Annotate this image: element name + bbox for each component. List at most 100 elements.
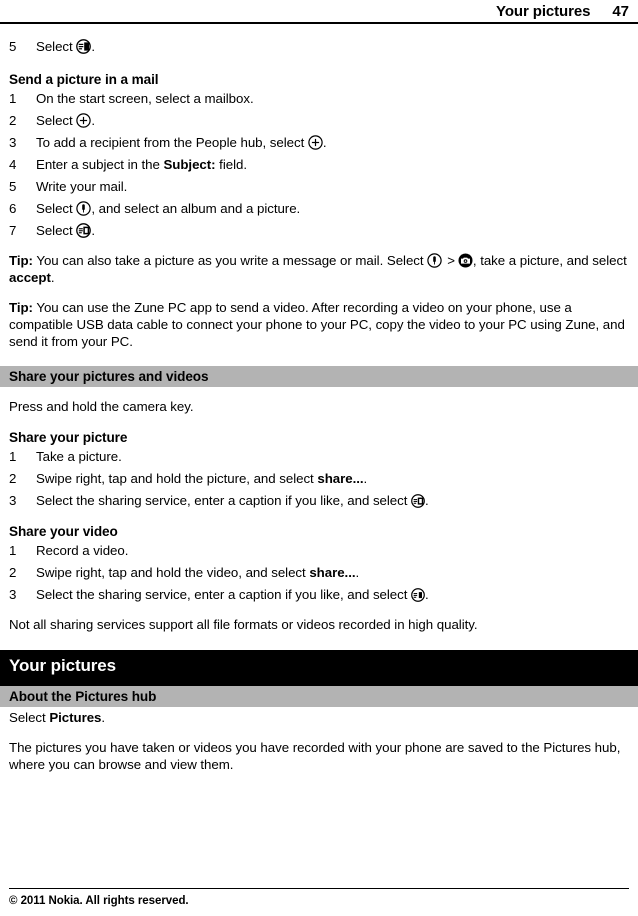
step-number: 2 <box>9 471 17 486</box>
list-item: 6 Select , and select an album and a pic… <box>9 200 629 217</box>
step-text-before: Swipe right, tap and hold the video, and… <box>36 565 310 580</box>
step-text-bold: Subject: <box>163 157 216 172</box>
step-text: Select , and select an album and a pictu… <box>36 200 629 217</box>
step-text: Swipe right, tap and hold the picture, a… <box>36 470 629 487</box>
tip-paragraph-1: Tip: You can also take a picture as you … <box>9 252 629 286</box>
list-item: 3 Select the sharing service, enter a ca… <box>9 586 629 603</box>
step-text: Record a video. <box>36 543 129 558</box>
step-text: Select . <box>36 222 629 239</box>
share-band-intro: Press and hold the camera key. <box>9 399 194 414</box>
step-text: Select the sharing service, enter a capt… <box>36 492 629 509</box>
camera-icon <box>458 253 473 268</box>
step-text-after: . <box>363 471 368 486</box>
step-text-before: Swipe right, tap and hold the picture, a… <box>36 471 318 486</box>
list-item: 5 Write your mail. <box>9 178 629 195</box>
step-text-before: Select <box>36 113 77 128</box>
header-section-title: Your pictures <box>496 3 591 20</box>
list-item: 3 Select the sharing service, enter a ca… <box>9 492 629 509</box>
step-text-after: , and select an album and a picture. <box>91 201 301 216</box>
step-number: 1 <box>9 91 17 106</box>
step-number: 1 <box>9 543 17 558</box>
step-text-before: Enter a subject in the <box>36 157 164 172</box>
tip-text-before: You can also take a picture as you write… <box>32 253 428 268</box>
copyright-notice: © 2011 Nokia. All rights reserved. <box>9 895 189 907</box>
step-number: 4 <box>9 157 17 172</box>
send-picture-mail-steps: 1 On the start screen, select a mailbox.… <box>9 90 629 239</box>
step-text-before: Select the sharing service, enter a capt… <box>36 493 412 508</box>
list-item: 4 Enter a subject in the Subject: field. <box>9 156 629 173</box>
share-video-steps: 1 Record a video. 2 Swipe right, tap and… <box>9 542 629 603</box>
step-text-bold: share... <box>317 471 364 486</box>
send-icon <box>76 223 92 238</box>
subsection-heading-share-video: Share your video <box>9 524 118 539</box>
share-band-wrapper: Share your pictures and videos <box>0 366 638 387</box>
step-text-after: . <box>355 565 360 580</box>
step-text: Select . <box>36 112 629 129</box>
page-footer: © 2011 Nokia. All rights reserved. <box>0 888 638 916</box>
step-text-after: . <box>91 39 95 54</box>
tip-label: Tip: <box>9 253 33 268</box>
list-item: 2 Swipe right, tap and hold the video, a… <box>9 564 629 581</box>
chapter-title-your-pictures: Your pictures <box>0 650 638 686</box>
tip-text-after: . <box>50 270 55 285</box>
continued-step-list: 5 Select . <box>9 38 629 55</box>
attach-icon <box>76 201 92 216</box>
step-text: Write your mail. <box>36 179 128 194</box>
about-pictures-hub-body: The pictures you have taken or videos yo… <box>9 740 621 772</box>
step-text: Swipe right, tap and hold the video, and… <box>36 564 629 581</box>
step-text-after: . <box>425 493 429 508</box>
step-text-after: . <box>91 113 95 128</box>
tip-text-middle: , take a picture, and select <box>472 253 627 268</box>
list-item: 7 Select . <box>9 222 629 239</box>
step-number: 1 <box>9 449 17 464</box>
send-icon <box>76 39 92 54</box>
section-band-about-pictures-hub: About the Pictures hub <box>0 686 638 707</box>
step-text: Select . <box>36 38 629 55</box>
plus-circle-icon <box>308 135 323 150</box>
step-text: To add a recipient from the People hub, … <box>36 134 629 151</box>
step-number: 3 <box>9 587 17 602</box>
step-number: 3 <box>9 135 17 150</box>
tip-text-bold: accept <box>9 270 51 285</box>
select-text-bold: Pictures <box>49 710 102 725</box>
step-number: 6 <box>9 201 17 216</box>
step-text: Select the sharing service, enter a capt… <box>36 586 629 603</box>
step-text-before: Select <box>36 201 77 216</box>
page-number: 47 <box>612 3 629 20</box>
step-number: 7 <box>9 223 17 238</box>
list-item: 1 On the start screen, select a mailbox. <box>9 90 629 107</box>
section-band-share-pictures-videos: Share your pictures and videos <box>0 366 638 387</box>
plus-circle-icon <box>76 113 92 128</box>
step-text-after: field. <box>215 157 247 172</box>
subsection-heading-send-picture-mail: Send a picture in a mail <box>9 72 159 87</box>
step-text: Take a picture. <box>36 449 122 464</box>
step-number: 5 <box>9 179 17 194</box>
step-text-before: To add a recipient from the People hub, … <box>36 135 308 150</box>
select-pictures-line: Select Pictures. <box>9 709 629 726</box>
step-text: On the start screen, select a mailbox. <box>36 91 254 106</box>
tip-label: Tip: <box>9 300 33 315</box>
step-text-before: Select <box>36 39 77 54</box>
step-number: 3 <box>9 493 17 508</box>
note-paragraph: Not all sharing services support all fil… <box>9 617 478 632</box>
step-text-before: Select the sharing service, enter a capt… <box>36 587 412 602</box>
page-header: Your pictures 47 <box>0 0 638 24</box>
manual-page: Your pictures 47 5 Select . Send a pictu… <box>0 0 638 916</box>
step-text-before: Select <box>36 223 77 238</box>
list-item: 5 Select . <box>9 38 629 55</box>
separator-greater-than: > <box>447 253 455 268</box>
select-text-after: . <box>101 710 106 725</box>
step-text-bold: share... <box>309 565 356 580</box>
list-item: 1 Record a video. <box>9 542 629 559</box>
step-number: 5 <box>9 39 17 54</box>
tip-text: You can use the Zune PC app to send a vi… <box>9 300 625 349</box>
send-icon <box>411 588 425 602</box>
page-content: 5 Select . Send a picture in a mail 1 On… <box>0 38 638 773</box>
step-number: 2 <box>9 113 17 128</box>
chapter-band-wrapper: Your pictures <box>0 650 638 686</box>
send-icon <box>411 494 425 508</box>
step-text-after: . <box>425 587 429 602</box>
step-text-after: . <box>91 223 95 238</box>
list-item: 3 To add a recipient from the People hub… <box>9 134 629 151</box>
list-item: 1 Take a picture. <box>9 448 629 465</box>
